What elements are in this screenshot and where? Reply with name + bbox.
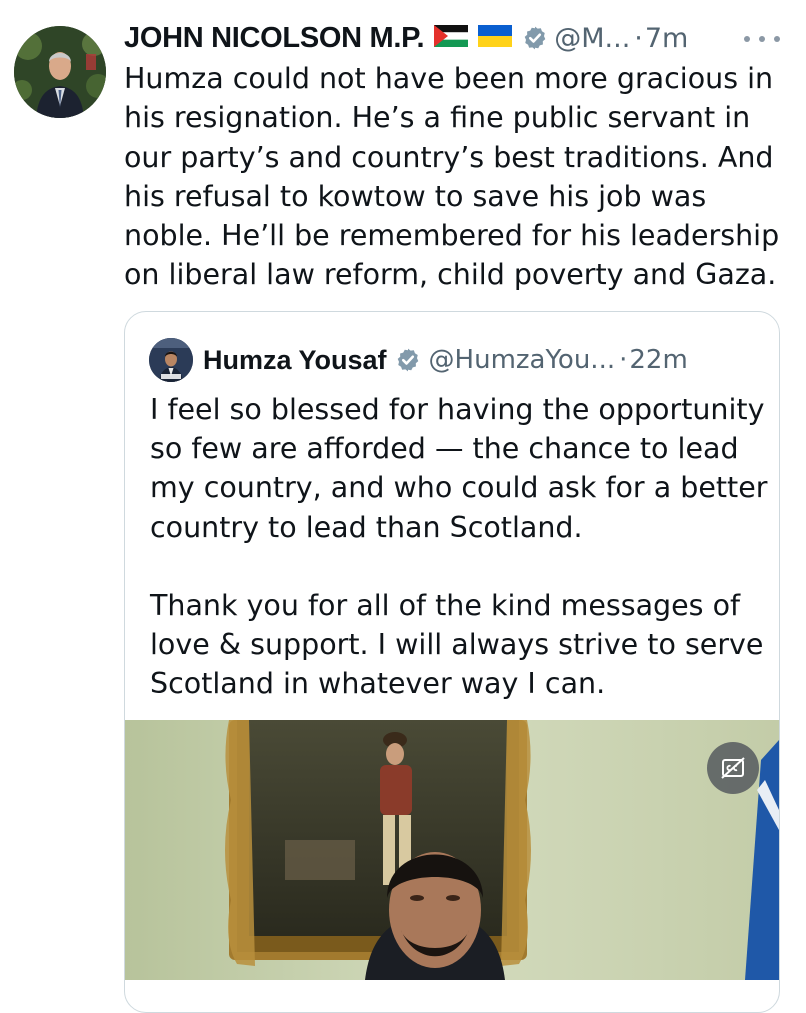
verified-badge-icon <box>395 347 421 373</box>
more-dot <box>774 36 780 42</box>
quoted-author-avatar-image <box>149 338 193 382</box>
quoted-author-name[interactable]: Humza Yousaf <box>203 345 387 376</box>
quoted-tweet-header: Humza Yousaf @HumzaYou... · 22m <box>203 340 688 380</box>
closed-captions-icon[interactable] <box>707 742 759 794</box>
tweet[interactable]: JOHN NICOLSON M.P. @M... · 7m Humza coul… <box>0 0 806 1013</box>
quoted-tweet-timestamp[interactable]: 22m <box>629 345 687 375</box>
author-handle[interactable]: @M... <box>554 23 630 54</box>
tweet-header: JOHN NICOLSON M.P. @M... · 7m <box>124 18 688 58</box>
quoted-paragraph: I feel so blessed for having the opportu… <box>150 393 768 544</box>
more-dot <box>744 36 750 42</box>
quoted-author-avatar[interactable] <box>149 338 193 382</box>
ukraine-flag-icon <box>478 25 513 51</box>
more-options-icon[interactable] <box>744 28 780 50</box>
separator-dot: · <box>619 345 628 375</box>
author-avatar[interactable] <box>14 26 106 118</box>
quoted-author-handle[interactable]: @HumzaYou... <box>429 345 616 375</box>
video-player[interactable] <box>125 720 779 980</box>
verified-badge-icon <box>522 25 548 51</box>
separator-dot: · <box>634 22 643 54</box>
palestine-flag-icon <box>434 25 469 51</box>
author-name[interactable]: JOHN NICOLSON M.P. <box>124 22 425 55</box>
video-frame <box>125 720 779 980</box>
quoted-tweet-text: I feel so blessed for having the opportu… <box>150 390 770 704</box>
tweet-text: Humza could not have been more gracious … <box>124 62 780 292</box>
quoted-tweet[interactable]: Humza Yousaf @HumzaYou... · 22m I feel s… <box>124 311 780 1013</box>
author-avatar-image <box>14 26 106 118</box>
tweet-timestamp[interactable]: 7m <box>645 23 688 54</box>
quoted-paragraph: Thank you for all of the kind messages o… <box>150 589 764 701</box>
more-dot <box>759 36 765 42</box>
